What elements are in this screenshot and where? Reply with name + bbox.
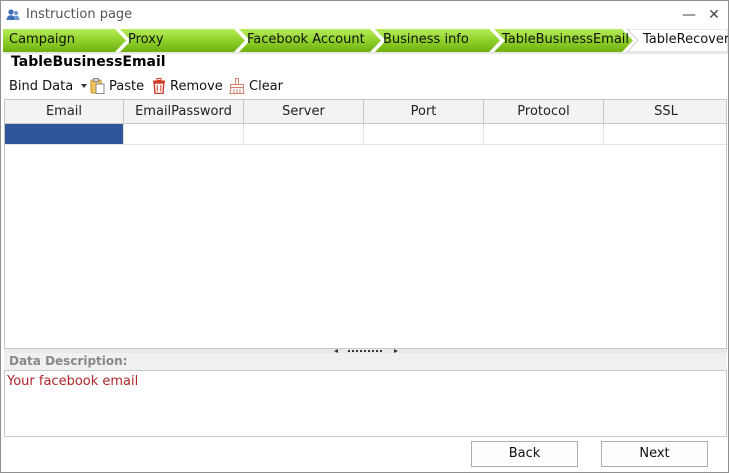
column-header-email[interactable]: Email (5, 100, 124, 123)
broom-icon (229, 78, 245, 94)
column-header-server[interactable]: Server (244, 100, 364, 123)
users-icon (6, 8, 20, 22)
data-description-text: Your facebook email (4, 370, 727, 437)
step-proxy[interactable]: Proxy (128, 32, 164, 47)
next-button[interactable]: Next (601, 441, 708, 467)
trash-icon (153, 78, 165, 94)
data-table: Email EmailPassword Server Port Protocol… (4, 99, 727, 349)
remove-label: Remove (170, 78, 223, 94)
column-header-port[interactable]: Port (364, 100, 484, 123)
paste-icon (90, 78, 105, 94)
table-cell-email[interactable] (5, 124, 124, 144)
section-title: TableBusinessEmail (11, 54, 166, 70)
title-bar: Instruction page — ✕ (1, 1, 728, 29)
clear-label: Clear (249, 78, 283, 94)
clear-button[interactable]: Clear (229, 77, 283, 95)
step-campaign[interactable]: Campaign (9, 32, 75, 47)
bind-data-label: Bind Data (9, 78, 74, 94)
table-cell-ssl[interactable] (604, 124, 726, 144)
remove-button[interactable]: Remove (152, 77, 223, 95)
toolbar: Bind Data Paste Remove Clear (4, 75, 727, 97)
table-cell-email-password[interactable] (124, 124, 244, 144)
bind-data-dropdown[interactable]: Bind Data (9, 77, 88, 95)
wizard-steps: Campaign Proxy Facebook Account Business… (3, 29, 728, 52)
window-title: Instruction page (26, 7, 133, 22)
table-cell-port[interactable] (364, 124, 484, 144)
paste-button[interactable]: Paste (90, 77, 144, 95)
data-description-label: Data Description: (4, 353, 727, 370)
column-header-email-password[interactable]: EmailPassword (124, 100, 244, 123)
table-cell-protocol[interactable] (484, 124, 604, 144)
step-facebook-account[interactable]: Facebook Account (247, 32, 365, 47)
close-button[interactable]: ✕ (704, 5, 724, 25)
column-header-ssl[interactable]: SSL (604, 100, 726, 123)
column-header-protocol[interactable]: Protocol (484, 100, 604, 123)
instruction-window: Instruction page — ✕ Campaign Proxy Face… (0, 0, 729, 473)
table-cell-server[interactable] (244, 124, 364, 144)
back-button[interactable]: Back (471, 441, 578, 467)
step-business-info[interactable]: Business info (383, 32, 469, 47)
paste-label: Paste (109, 78, 145, 94)
step-table-recover[interactable]: TableRecoverB (643, 32, 728, 47)
step-table-business-email[interactable]: TableBusinessEmail (502, 32, 629, 47)
minimize-button[interactable]: — (679, 5, 699, 25)
table-header: Email EmailPassword Server Port Protocol… (5, 100, 726, 124)
table-row[interactable] (5, 124, 726, 145)
chevron-down-icon (81, 84, 88, 88)
